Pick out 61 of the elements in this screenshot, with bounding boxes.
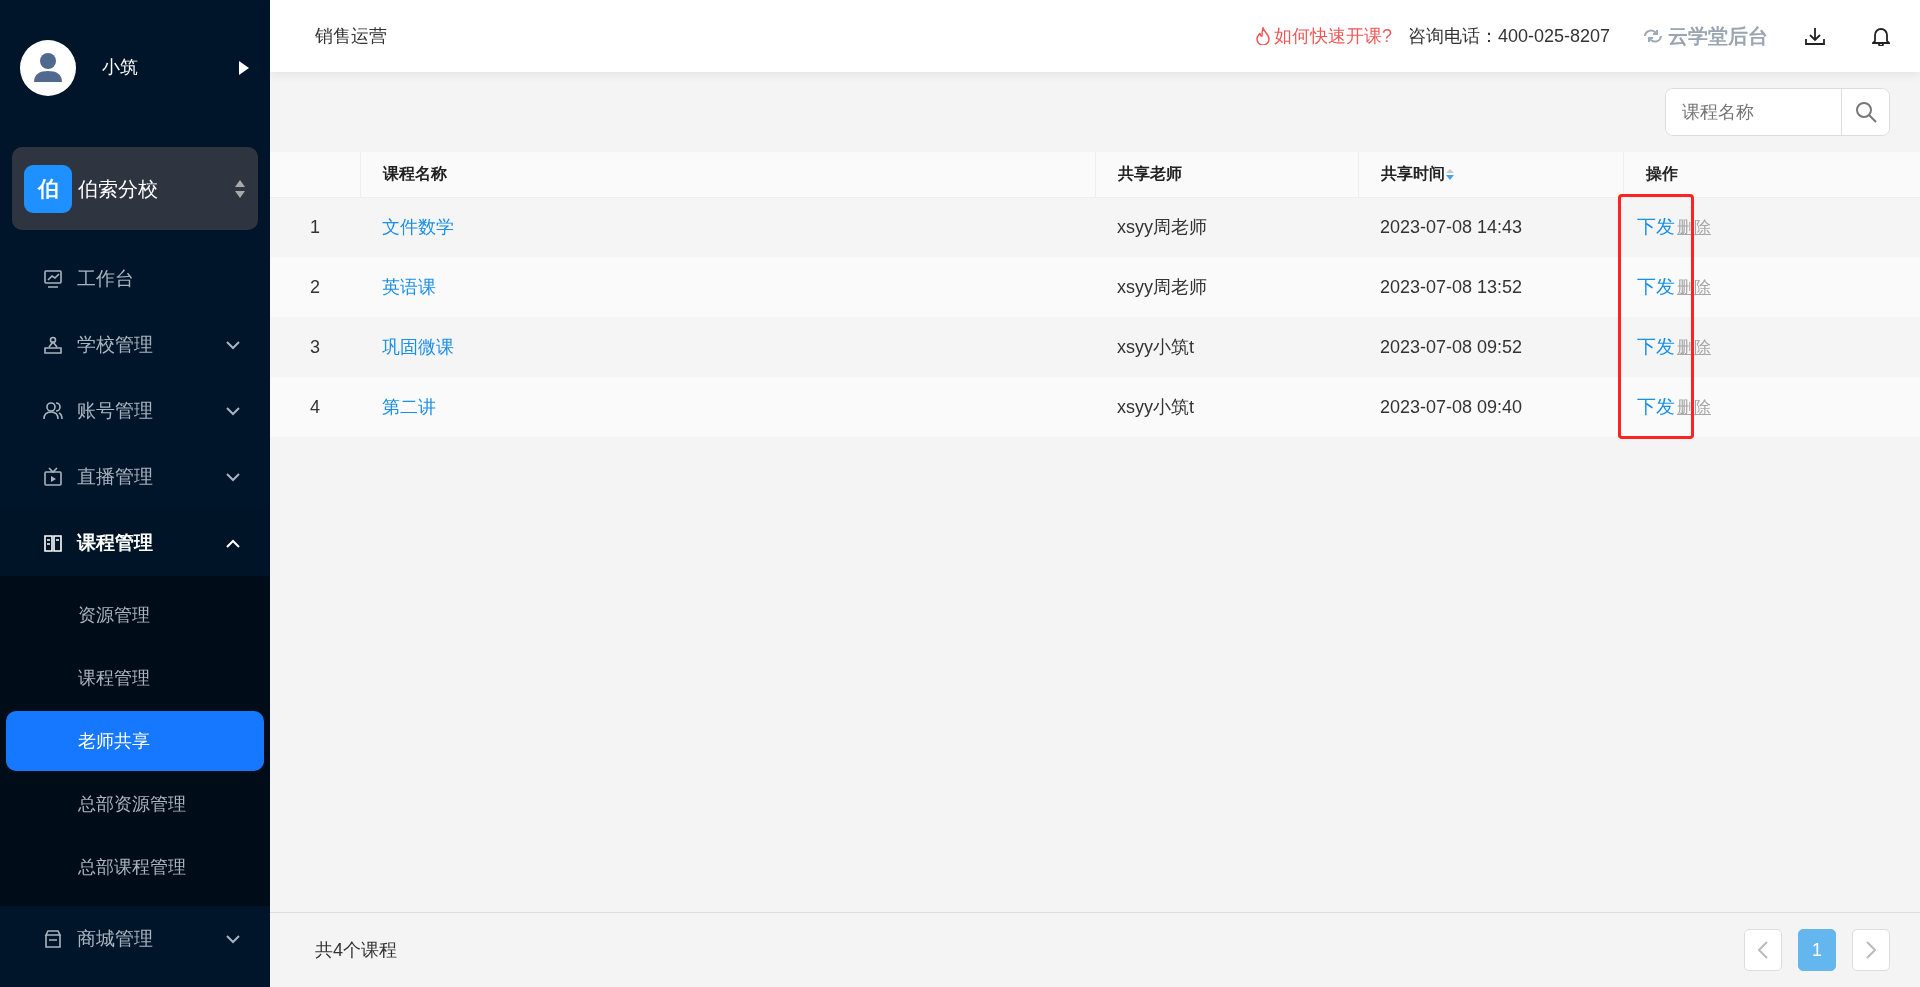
page-title: 销售运营 — [315, 24, 388, 48]
menu-item[interactable]: 工作台 — [0, 246, 270, 312]
submenu-item[interactable]: 课程管理 — [6, 648, 264, 708]
course-link[interactable]: 巩固微课 — [382, 336, 454, 357]
total-count: 共4个课程 — [315, 938, 397, 962]
share-time: 2023-07-08 13:52 — [1380, 276, 1523, 297]
brand-name: 云学堂后台 — [1668, 24, 1768, 49]
teacher-name: xsyy周老师 — [1117, 276, 1207, 297]
menu-item[interactable]: 学校管理 — [0, 312, 270, 378]
course-link[interactable]: 文件数学 — [382, 216, 454, 237]
users-icon — [43, 401, 63, 421]
caret-right-icon — [238, 59, 250, 76]
distribute-link[interactable]: 下发 — [1637, 275, 1675, 297]
teacher-name: xsyy小筑t — [1117, 396, 1194, 417]
row-number: 3 — [310, 336, 320, 357]
column-header: 共享时间 — [1380, 164, 1445, 185]
row-number: 4 — [310, 396, 320, 417]
course-link[interactable]: 第二讲 — [382, 396, 436, 417]
distribute-link[interactable]: 下发 — [1637, 335, 1675, 357]
phone-number: 咨询电话：400-025-8207 — [1407, 24, 1610, 48]
flame-icon — [1255, 27, 1270, 45]
course-link[interactable]: 英语课 — [382, 276, 436, 297]
distribute-link[interactable]: 下发 — [1637, 216, 1675, 237]
share-time: 2023-07-08 14:43 — [1380, 216, 1523, 237]
submenu-item[interactable]: 总部资源管理 — [6, 774, 264, 834]
distribute-link[interactable]: 下发 — [1637, 395, 1675, 417]
tv-play-icon — [43, 467, 63, 487]
page-button[interactable]: 1 — [1798, 929, 1836, 971]
chevron-left-icon — [1758, 941, 1768, 959]
share-time: 2023-07-08 09:40 — [1380, 396, 1523, 417]
teacher-name: xsyy小筑t — [1117, 336, 1194, 357]
menu-item[interactable]: 直播管理 — [0, 444, 270, 510]
row-number: 1 — [310, 216, 320, 237]
submenu-item[interactable]: 总部课程管理 — [6, 837, 264, 897]
submenu-item[interactable]: 资源管理 — [6, 585, 264, 645]
user-name: 小筑 — [102, 56, 139, 79]
menu-item[interactable]: 商城管理 — [0, 906, 270, 972]
download-icon[interactable] — [1804, 26, 1826, 46]
teacher-name: xsyy周老师 — [1117, 216, 1207, 237]
monitor-chart-icon — [43, 269, 63, 289]
row-number: 2 — [310, 276, 320, 297]
store-icon — [43, 929, 63, 949]
menu-item[interactable]: 账号管理 — [0, 378, 270, 444]
column-header: 共享老师 — [1117, 164, 1182, 185]
school-name: 伯索分校 — [78, 176, 159, 202]
school-switcher[interactable]: 伯 伯索分校 — [12, 147, 258, 230]
sort-icon[interactable] — [1444, 167, 1455, 182]
share-time: 2023-07-08 09:52 — [1380, 336, 1523, 357]
book-icon — [43, 533, 63, 553]
building-icon — [43, 335, 63, 355]
bell-icon[interactable] — [1872, 26, 1890, 46]
search-button[interactable] — [1841, 89, 1889, 135]
refresh-icon — [1642, 27, 1664, 45]
column-header: 操作 — [1645, 164, 1678, 185]
school-badge: 伯 — [24, 164, 72, 213]
search-field[interactable]: 课程名称 — [1665, 88, 1890, 136]
column-header: 课程名称 — [382, 164, 447, 185]
submenu-item[interactable]: 老师共享 — [6, 711, 264, 771]
chevron-right-icon — [1866, 941, 1876, 959]
help-link[interactable]: 如何快速开课? — [1255, 22, 1392, 50]
search-icon — [1854, 101, 1877, 123]
